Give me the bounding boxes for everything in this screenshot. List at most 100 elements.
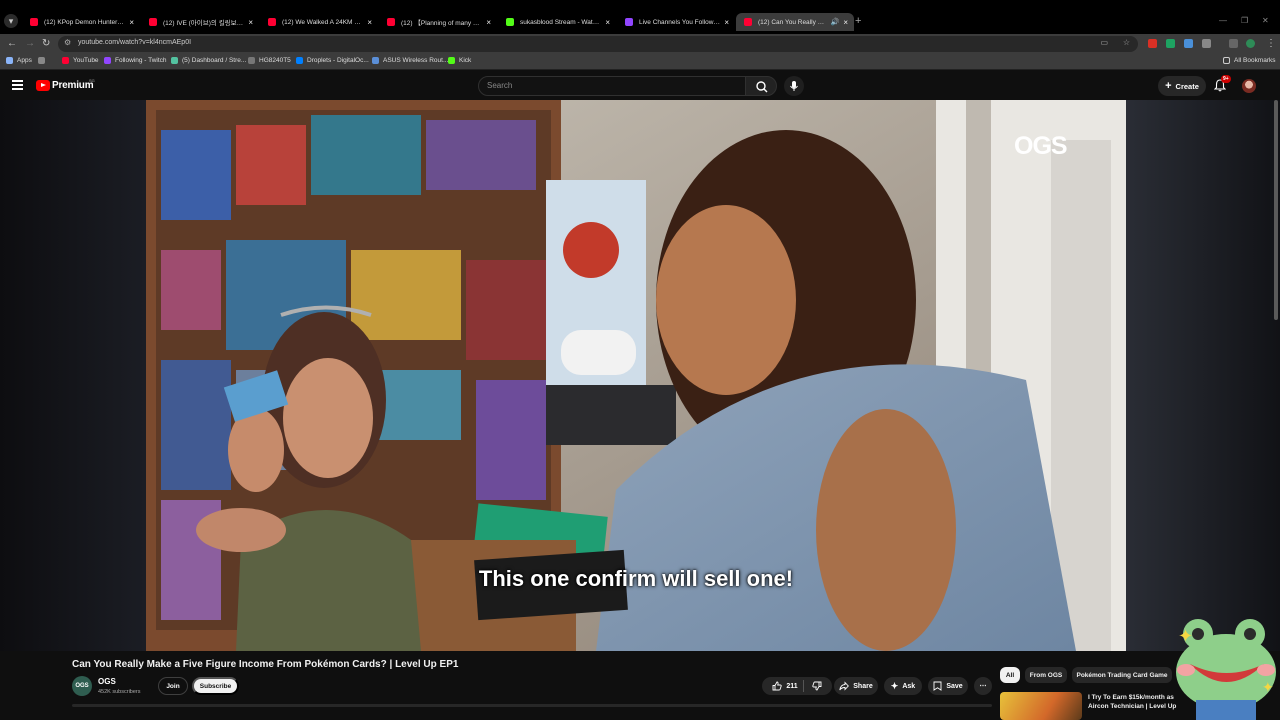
back-icon[interactable]: ←: [7, 38, 17, 49]
folder-icon: [1223, 57, 1230, 64]
ambient-glow-right: [1126, 100, 1280, 651]
bookmark-star-icon[interactable]: ☆: [1123, 38, 1130, 47]
video-caption: This one confirm will sell one!: [478, 566, 794, 591]
tab-search-button[interactable]: ▾: [4, 14, 18, 28]
guide-menu-icon[interactable]: [12, 80, 23, 90]
thumbs-up-icon: [772, 681, 783, 691]
new-tab-button[interactable]: +: [855, 15, 861, 27]
bookmark-label: All Bookmarks: [1234, 57, 1276, 64]
bookmark-item[interactable]: YouTube: [62, 57, 99, 64]
share-button[interactable]: Share: [834, 677, 878, 695]
extension-icon[interactable]: [1148, 39, 1157, 48]
close-window-icon[interactable]: ✕: [1262, 16, 1269, 25]
country-code: SG: [89, 78, 95, 83]
site-info-icon[interactable]: ⚙: [64, 38, 71, 47]
description-box-edge: [72, 704, 992, 707]
browser-tab[interactable]: (12) KPop Demon Hunters | Ho ×: [22, 13, 140, 31]
url-text[interactable]: youtube.com/watch?v=kl4ncmAEp0I: [78, 39, 191, 46]
channel-name[interactable]: OGS: [98, 677, 116, 686]
video-title: Can You Really Make a Five Figure Income…: [72, 659, 459, 670]
ask-button[interactable]: ✦ Ask: [884, 677, 922, 695]
close-tab-icon[interactable]: ×: [605, 18, 610, 27]
bookmark-item[interactable]: (5) Dashboard / Stre...: [171, 57, 246, 64]
subscriber-count: 452K subscribers: [98, 689, 141, 695]
search-button[interactable]: [745, 76, 777, 96]
youtube-favicon-icon: [387, 18, 395, 26]
bookmark-item[interactable]: HG8240T5: [248, 57, 291, 64]
related-video-title[interactable]: I Try To Earn $15k/month as Aircon Techn…: [1088, 693, 1178, 711]
more-menu-icon[interactable]: ⋮: [1266, 38, 1276, 49]
channel-avatar[interactable]: OGS: [72, 676, 92, 696]
address-bar[interactable]: ⚙ youtube.com/watch?v=kl4ncmAEp0I ▭ ☆: [58, 36, 1138, 52]
youtube-masthead: Premium SG + Create 9+: [0, 72, 1280, 100]
page-scrollbar[interactable]: [1274, 100, 1278, 320]
bookmark-item[interactable]: Following - Twitch: [104, 57, 167, 64]
search-input[interactable]: [487, 81, 727, 90]
chip-all[interactable]: All: [1000, 667, 1020, 683]
browser-tab[interactable]: sukasblood Stream - Watch Liv ×: [498, 13, 616, 31]
maximize-icon[interactable]: ❐: [1241, 16, 1248, 25]
browser-tab[interactable]: Live Channels You Follow - Twi ×: [617, 13, 735, 31]
tab-title: (12) We Walked A 24KM TRAIL: [282, 18, 363, 26]
dislike-button[interactable]: [811, 681, 822, 691]
audio-playing-icon[interactable]: 🔊: [831, 18, 840, 26]
youtube-favicon-icon: [30, 18, 38, 26]
thumbs-down-icon: [811, 681, 822, 691]
join-button[interactable]: Join: [158, 677, 188, 695]
bookmark-item[interactable]: Apps: [6, 57, 32, 64]
video-player[interactable]: OGS This one confirm will sell one!: [146, 100, 1126, 651]
close-tab-icon[interactable]: ×: [724, 18, 729, 27]
svg-text:✦: ✦: [1262, 680, 1274, 696]
kick-icon: [448, 57, 455, 64]
extensions-puzzle-icon[interactable]: [1202, 39, 1211, 48]
bookmark-label: Apps: [17, 57, 32, 64]
related-video-thumbnail[interactable]: [1000, 692, 1082, 720]
youtube-premium-logo[interactable]: Premium: [52, 80, 94, 91]
browser-tab[interactable]: (12) 【Planning of many people ×: [379, 13, 497, 31]
bookmark-item[interactable]: [38, 57, 49, 64]
bookmark-label: ASUS Wireless Rout...: [383, 57, 449, 64]
bookmark-label: Kick: [459, 57, 472, 64]
extension-icon[interactable]: [1166, 39, 1175, 48]
more-actions-button[interactable]: ⋯: [974, 677, 992, 695]
save-button[interactable]: Save: [928, 677, 968, 695]
browser-tab[interactable]: (12) IVE (아이브)의 킬링보이스 ×: [141, 13, 259, 31]
close-tab-icon[interactable]: ×: [129, 18, 134, 27]
reload-icon[interactable]: ↻: [42, 38, 50, 49]
all-bookmarks-folder[interactable]: All Bookmarks: [1223, 57, 1276, 64]
tab-title: (12) KPop Demon Hunters | Ho: [44, 18, 126, 26]
forward-icon[interactable]: →: [25, 38, 35, 49]
digitalocean-icon: [296, 57, 303, 64]
youtube-favicon-icon: [149, 18, 157, 26]
tab-title: (12) Can You Really Make a: [758, 18, 827, 26]
bookmark-item[interactable]: Kick: [448, 57, 471, 64]
cast-icon[interactable]: ▭: [1100, 38, 1108, 47]
create-button[interactable]: + Create: [1158, 76, 1206, 96]
chip-from-channel[interactable]: From OGS: [1025, 667, 1067, 683]
tab-title: Live Channels You Follow - Twi: [639, 18, 721, 26]
close-tab-icon[interactable]: ×: [486, 18, 491, 27]
tab-groups-icon: [38, 57, 45, 64]
close-tab-icon[interactable]: ×: [843, 18, 848, 27]
close-tab-icon[interactable]: ×: [248, 18, 253, 27]
bookmark-item[interactable]: ASUS Wireless Rout...: [372, 57, 448, 64]
voice-search-button[interactable]: [784, 76, 804, 96]
save-label: Save: [946, 682, 963, 690]
share-arrow-icon: [839, 681, 850, 691]
minimize-icon[interactable]: —: [1219, 16, 1227, 25]
extension-icon[interactable]: [1184, 39, 1193, 48]
share-label: Share: [853, 682, 873, 690]
account-avatar[interactable]: [1242, 79, 1256, 93]
browser-tab-active[interactable]: (12) Can You Really Make a 🔊 ×: [736, 13, 854, 31]
bookmark-item[interactable]: Droplets - DigitalOc...: [296, 57, 369, 64]
subscribe-button[interactable]: Subscribe: [192, 677, 239, 695]
close-tab-icon[interactable]: ×: [367, 18, 372, 27]
chip-topic[interactable]: Pokémon Trading Card Game: [1072, 667, 1172, 683]
plus-icon: +: [1165, 80, 1172, 92]
browser-tab[interactable]: (12) We Walked A 24KM TRAIL ×: [260, 13, 378, 31]
profile-avatar-icon[interactable]: [1246, 39, 1255, 48]
youtube-logo-icon[interactable]: [36, 80, 50, 91]
bookmark-label: Following - Twitch: [115, 57, 167, 64]
reading-list-icon[interactable]: [1229, 39, 1238, 48]
search-box[interactable]: [478, 76, 746, 96]
